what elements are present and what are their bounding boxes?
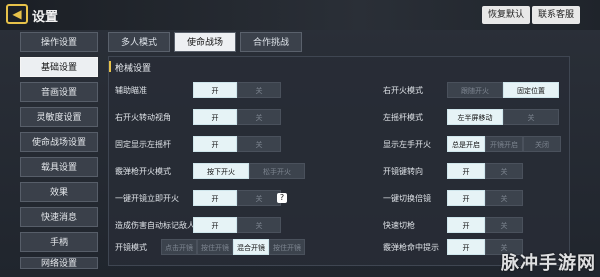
toggle-option-fixed[interactable]: 固定位置 xyxy=(503,82,559,98)
toggle-option-on[interactable]: 开 xyxy=(447,217,485,233)
toggle-option-off[interactable]: 关 xyxy=(503,109,559,125)
setting-label: 一键开镜立即开火 xyxy=(115,194,179,203)
sidebar-item-network[interactable]: 网络设置 xyxy=(20,257,98,269)
scope-option-hold-2[interactable]: 按住开镜 xyxy=(269,239,305,255)
section-accent xyxy=(109,61,111,72)
toggle-option-off[interactable]: 关闭 xyxy=(523,136,561,152)
toggle-option-off[interactable]: 关 xyxy=(237,190,281,206)
toggle-option-scope[interactable]: 开镜开启 xyxy=(485,136,523,152)
tab-coop[interactable]: 合作挑战 xyxy=(240,32,302,52)
left-hand-fire-selector[interactable]: 总是开启 开镜开启 关闭 xyxy=(447,136,561,152)
setting-label: 右开火转动视角 xyxy=(115,113,171,122)
toggle-option-on[interactable]: 开 xyxy=(447,163,485,179)
tab-battle-royale[interactable]: 使命战场 xyxy=(174,32,236,52)
setting-label: 快速切枪 xyxy=(383,221,415,230)
toggle-option-always[interactable]: 总是开启 xyxy=(447,136,485,152)
toggle-option-off[interactable]: 关 xyxy=(237,136,281,152)
contact-support-button[interactable]: 联系客服 xyxy=(532,6,581,24)
scope-mode-selector[interactable]: 点击开镜 按住开镜 混合开镜 按住开镜 xyxy=(161,239,305,255)
scope-option-hold[interactable]: 按住开镜 xyxy=(197,239,233,255)
toggle-option-off[interactable]: 关 xyxy=(485,217,523,233)
toggle-option-off[interactable]: 关 xyxy=(237,82,281,98)
sidebar-item-quick-messages[interactable]: 快速消息 xyxy=(20,207,98,227)
toggle-option-off[interactable]: 关 xyxy=(237,109,281,125)
toggle-option-off[interactable]: 关 xyxy=(485,163,523,179)
shotgun-fire-mode-toggle[interactable]: 按下开火 松手开火 xyxy=(193,163,305,179)
one-tap-scope-fire-toggle[interactable]: 开 关 xyxy=(193,190,281,206)
section-title: 枪械设置 xyxy=(115,64,152,74)
toggle-option-half-screen[interactable]: 左半屏移动 xyxy=(447,109,503,125)
help-icon[interactable]: ? xyxy=(277,193,287,203)
sidebar: 操作设置 基础设置 音画设置 灵敏度设置 使命战场设置 载具设置 效果 快速消息… xyxy=(20,32,98,274)
aim-assist-toggle[interactable]: 开 关 xyxy=(193,82,281,98)
setting-label: 一键切换倍镜 xyxy=(383,194,431,203)
setting-label: 辅助瞄准 xyxy=(115,86,147,95)
toggle-option-off[interactable]: 关 xyxy=(237,217,281,233)
setting-label: 造成伤害自动标记敌人 xyxy=(115,221,195,230)
sidebar-item-operation[interactable]: 操作设置 xyxy=(20,32,98,52)
setting-label: 右开火模式 xyxy=(383,86,423,95)
setting-label: 霰弹枪开火模式 xyxy=(115,167,171,176)
switch-scope-toggle[interactable]: 开 关 xyxy=(447,190,523,206)
sidebar-item-sensitivity[interactable]: 灵敏度设置 xyxy=(20,107,98,127)
left-stick-mode-toggle[interactable]: 左半屏移动 关 xyxy=(447,109,559,125)
setting-label: 开镜模式 xyxy=(115,243,147,252)
settings-panel: 枪械设置 辅助瞄准 开 关 右开火转动视角 开 关 固定显示左摇杆 开 关 霰弹… xyxy=(108,56,570,266)
sidebar-item-battle-royale[interactable]: 使命战场设置 xyxy=(20,132,98,152)
sidebar-item-controller[interactable]: 手柄 xyxy=(20,232,98,252)
setting-label: 固定显示左摇杆 xyxy=(115,140,171,149)
setting-label: 显示左手开火 xyxy=(383,140,431,149)
setting-label: 左摇杆模式 xyxy=(383,113,423,122)
reset-default-button[interactable]: 恢复默认 xyxy=(482,6,531,24)
page-title: 设置 xyxy=(32,10,59,25)
fixed-left-stick-toggle[interactable]: 开 关 xyxy=(193,136,281,152)
tab-multiplayer[interactable]: 多人模式 xyxy=(108,32,170,52)
sidebar-item-effects[interactable]: 效果 xyxy=(20,182,98,202)
scope-option-mixed[interactable]: 混合开镜 xyxy=(233,239,269,255)
toggle-option-on[interactable]: 开 xyxy=(193,136,237,152)
toggle-option-on[interactable]: 开 xyxy=(447,239,485,255)
watermark-logo: 脉冲手游网 xyxy=(501,253,596,274)
toggle-option-follow[interactable]: 跟随开火 xyxy=(447,82,503,98)
toggle-option-release[interactable]: 松手开火 xyxy=(249,163,305,179)
scope-option-tap[interactable]: 点击开镜 xyxy=(161,239,197,255)
top-bar: ◀ 设置 恢复默认 联系客服 xyxy=(0,0,600,30)
scope-turn-toggle[interactable]: 开 关 xyxy=(447,163,523,179)
toggle-option-on[interactable]: 开 xyxy=(193,109,237,125)
toggle-option-off[interactable]: 关 xyxy=(485,190,523,206)
toggle-option-on[interactable]: 开 xyxy=(193,82,237,98)
mode-tabs: 多人模式 使命战场 合作挑战 xyxy=(108,32,306,52)
toggle-option-on[interactable]: 开 xyxy=(447,190,485,206)
sidebar-item-audio-video[interactable]: 音画设置 xyxy=(20,82,98,102)
setting-label: 开镜键转向 xyxy=(383,167,423,176)
toggle-option-on[interactable]: 开 xyxy=(193,217,237,233)
sidebar-item-basic[interactable]: 基础设置 xyxy=(20,57,98,77)
back-arrow-icon[interactable]: ◀ xyxy=(6,4,28,24)
quick-swap-toggle[interactable]: 开 关 xyxy=(447,217,523,233)
toggle-option-on[interactable]: 开 xyxy=(193,190,237,206)
setting-label: 霰弹枪命中提示 xyxy=(383,243,439,252)
auto-mark-enemy-toggle[interactable]: 开 关 xyxy=(193,217,281,233)
toggle-option-press[interactable]: 按下开火 xyxy=(193,163,249,179)
right-fire-view-toggle[interactable]: 开 关 xyxy=(193,109,281,125)
sidebar-item-vehicle[interactable]: 载具设置 xyxy=(20,157,98,177)
right-fire-mode-toggle[interactable]: 跟随开火 固定位置 xyxy=(447,82,559,98)
